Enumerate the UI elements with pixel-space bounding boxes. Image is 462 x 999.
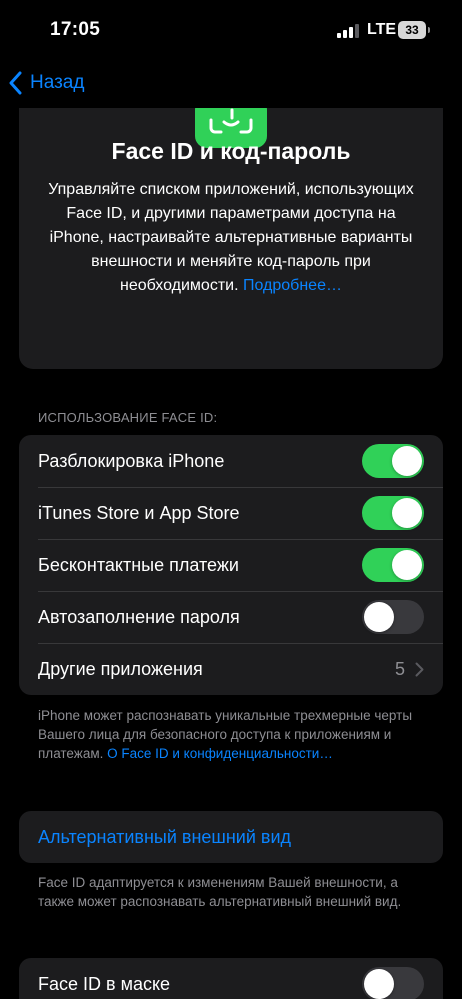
row-label: Автозаполнение пароля [38,606,240,627]
back-button[interactable]: Назад [8,66,84,100]
header-description: Управляйте списком приложений, использую… [39,178,423,298]
alternate-appearance-group: Альтернативный внешний вид [19,811,443,863]
row-alternate-appearance[interactable]: Альтернативный внешний вид [19,811,443,863]
row-contactless-payments[interactable]: Бесконтактные платежи [19,539,443,591]
faceid-mask-toggle[interactable] [362,967,424,999]
chevron-left-icon [9,71,22,95]
row-label: Face ID в маске [38,973,171,994]
status-time: 17:05 [50,19,101,40]
row-label: iTunes Store и App Store [38,502,240,523]
status-bar: 17:05 LTE 33 [0,0,462,58]
row-label: Другие приложения [38,658,203,679]
row-unlock-iphone[interactable]: Разблокировка iPhone [19,435,443,487]
about-faceid-privacy-link[interactable]: О Face ID и конфиденциальности… [107,746,333,761]
row-other-apps[interactable]: Другие приложения 5 [19,643,443,695]
row-password-autofill[interactable]: Автозаполнение пароля [19,591,443,643]
other-apps-count: 5 [394,658,405,679]
faceid-header-card: Face ID и код-пароль Управляйте списком … [19,108,443,369]
contactless-payments-toggle[interactable] [362,548,424,582]
learn-more-link[interactable]: Подробнее… [243,277,342,294]
header-description-text: Управляйте списком приложений, использую… [48,181,414,294]
settings-list[interactable]: Face ID и код-пароль Управляйте списком … [0,108,462,999]
alternate-appearance-button[interactable]: Альтернативный внешний вид [38,827,291,848]
navigation-bar: Назад [0,58,462,108]
network-type: LTE [367,21,397,38]
chevron-right-icon [415,662,424,676]
page-title: Face ID и код-пароль [111,138,351,164]
row-label: Разблокировка iPhone [38,450,225,471]
cellular-signal-icon [337,24,359,38]
itunes-app-store-toggle[interactable] [362,496,424,530]
use-faceid-footer: iPhone может распознавать уникальные тре… [38,706,418,763]
section-header-use-faceid: ИСПОЛЬЗОВАНИЕ FACE ID: [38,410,218,425]
row-label: Бесконтактные платежи [38,554,239,575]
battery-icon: 33 [398,21,430,39]
row-itunes-app-store[interactable]: iTunes Store и App Store [19,487,443,539]
row-faceid-mask[interactable]: Face ID в маске [19,958,443,999]
mask-group: Face ID в маске [19,958,443,999]
password-autofill-toggle[interactable] [362,600,424,634]
alternate-appearance-footer: Face ID адаптируется к изменениям Вашей … [38,875,402,909]
unlock-iphone-toggle[interactable] [362,444,424,478]
back-button-label: Назад [30,72,85,93]
use-faceid-group: Разблокировка iPhone iTunes Store и App … [19,435,443,695]
